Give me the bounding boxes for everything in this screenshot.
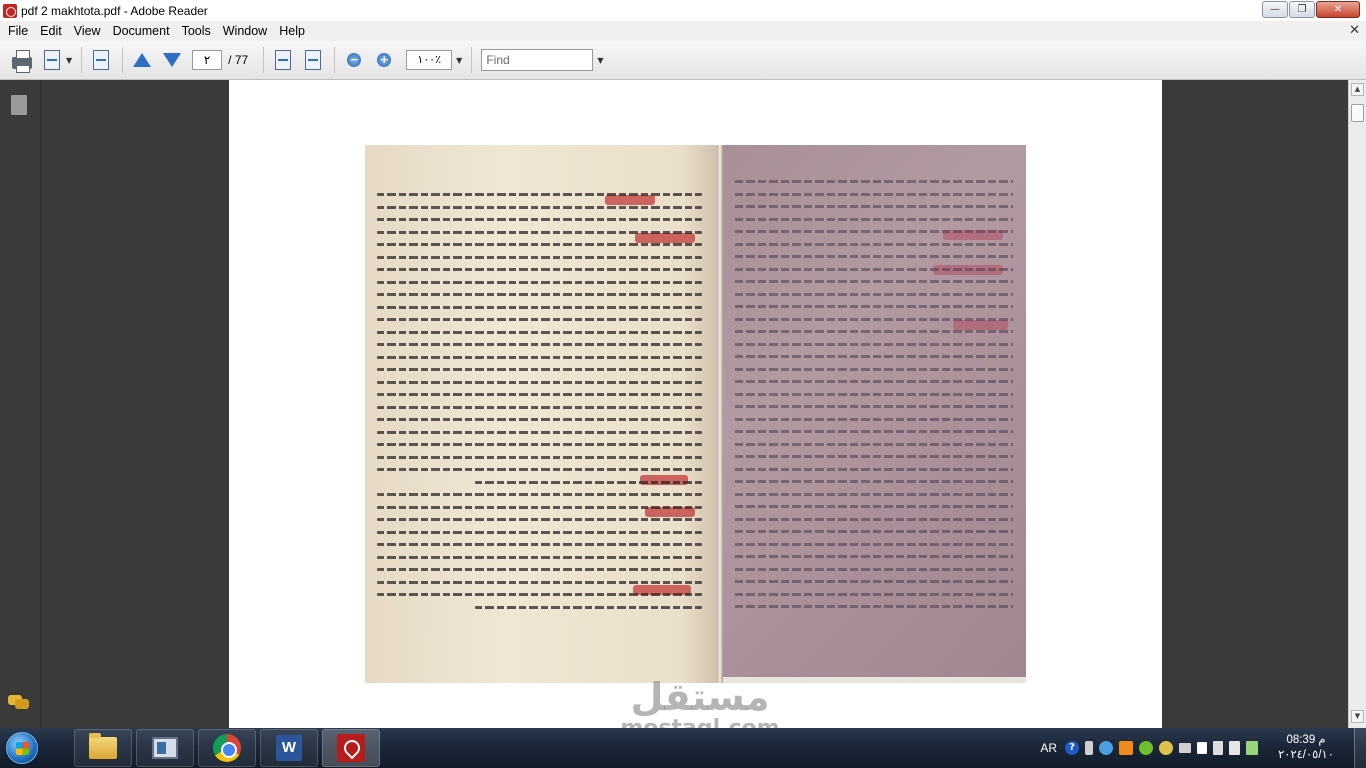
find-input[interactable]: Find [481, 49, 594, 71]
share-button[interactable] [87, 46, 115, 74]
network-icon[interactable] [1246, 741, 1258, 755]
word-icon: W [276, 735, 302, 761]
taskbar-chrome[interactable] [198, 729, 256, 767]
print-button[interactable] [8, 46, 36, 74]
comments-icon[interactable] [8, 695, 30, 709]
toolbar-separator [263, 47, 265, 73]
toolbar-separator [81, 47, 83, 73]
zoom-out-button[interactable]: − [340, 46, 368, 74]
scroll-thumb[interactable] [1351, 104, 1364, 122]
menu-tools[interactable]: Tools [176, 24, 217, 38]
zoom-level-input[interactable]: ١٠٠٪ [406, 50, 453, 70]
find-dropdown[interactable]: ▼ [597, 56, 603, 65]
page-number-input[interactable]: ٢ [192, 50, 223, 70]
language-indicator[interactable]: AR [1040, 741, 1057, 755]
tray-expand-icon[interactable] [1085, 741, 1093, 755]
window-title: pdf 2 makhtota.pdf - Adobe Reader [21, 3, 208, 18]
page-total: / 77 [228, 53, 249, 67]
sync-icon[interactable] [1139, 741, 1153, 755]
flag-icon[interactable] [1197, 742, 1207, 754]
taskbar-adobe-reader[interactable] [322, 729, 380, 767]
fit-width-icon [275, 50, 292, 70]
media-icon[interactable] [1159, 741, 1173, 755]
zoom-dropdown[interactable]: ▼ [456, 56, 462, 65]
app-tray-icon[interactable] [1119, 741, 1133, 755]
vertical-scrollbar[interactable]: ▲ ▼ [1348, 80, 1366, 728]
pages-panel-icon[interactable] [8, 95, 27, 118]
next-page-button[interactable] [158, 46, 186, 74]
pdf-page [229, 80, 1162, 728]
organize-button[interactable] [38, 46, 66, 74]
clock[interactable]: 08:39 م ٢٠٢٤/٠٥/١٠ [1264, 733, 1348, 763]
taskbar-explorer[interactable] [74, 729, 132, 767]
help-icon[interactable]: ? [1065, 741, 1079, 755]
toolbar-separator [334, 47, 336, 73]
toolbar: ▼ ٢ / 77 − + ١٠٠٪ ▼ Find ▼ [0, 41, 1366, 80]
menu-file[interactable]: File [2, 24, 34, 38]
manuscript-right-page [723, 145, 1026, 683]
zoom-in-icon: + [377, 53, 392, 67]
close-button[interactable]: ✕ [1316, 1, 1360, 18]
menu-view[interactable]: View [68, 24, 107, 38]
menu-edit[interactable]: Edit [34, 24, 68, 38]
toolbar-separator [471, 47, 473, 73]
minimize-button[interactable]: — [1262, 1, 1288, 18]
menu-document[interactable]: Document [107, 24, 176, 38]
scroll-down-button[interactable]: ▼ [1351, 710, 1364, 723]
taskbar: W AR ? 08:39 م ٢٠٢٤/٠٥/١٠ [0, 728, 1366, 768]
adobe-reader-icon [337, 734, 365, 762]
mostaql-watermark: مستقل mostaql.com [600, 677, 800, 728]
zoom-in-button[interactable]: + [370, 46, 398, 74]
clock-date: ٢٠٢٤/٠٥/١٠ [1278, 749, 1334, 761]
menu-help[interactable]: Help [273, 24, 311, 38]
fit-page-icon [305, 50, 322, 70]
title-bar: pdf 2 makhtota.pdf - Adobe Reader — ❐ ✕ [0, 0, 1366, 21]
clock-time: 08:39 م [1286, 734, 1326, 746]
manuscript-text-block [735, 180, 1013, 618]
toolbar-separator [122, 47, 124, 73]
manuscript-text-block [377, 193, 702, 618]
system-tray: AR ? 08:39 م ٢٠٢٤/٠٥/١٠ [1040, 728, 1366, 768]
taskbar-word[interactable]: W [260, 729, 318, 767]
fit-width-button[interactable] [269, 46, 297, 74]
document-close-button[interactable]: ✕ [1349, 23, 1360, 38]
taskbar-computer[interactable] [136, 729, 194, 767]
signal-icon[interactable] [1179, 743, 1191, 753]
network-app-icon[interactable] [1099, 741, 1113, 755]
printer-icon [12, 50, 32, 73]
arrow-down-icon [163, 53, 182, 67]
maximize-button[interactable]: ❐ [1289, 1, 1315, 18]
battery-icon[interactable] [1213, 741, 1223, 755]
start-button[interactable] [0, 728, 44, 768]
watermark-arabic: مستقل [630, 675, 770, 719]
share-icon [93, 50, 110, 70]
scroll-up-button[interactable]: ▲ [1351, 83, 1364, 96]
fit-page-button[interactable] [299, 46, 327, 74]
document-view[interactable]: مستقل mostaql.com [42, 80, 1348, 728]
watermark-latin: mostaql.com [600, 717, 800, 729]
manuscript-left-page [365, 145, 717, 683]
zoom-out-icon: − [347, 53, 362, 67]
windows-logo-icon [6, 732, 38, 764]
menu-window[interactable]: Window [217, 24, 273, 38]
folder-icon [89, 733, 117, 759]
menu-bar: File Edit View Document Tools Window Hel… [0, 21, 1366, 41]
adobe-reader-icon [3, 3, 17, 18]
organize-dropdown[interactable]: ▼ [66, 56, 72, 65]
manuscript-scan [365, 145, 1026, 683]
chrome-icon [213, 734, 241, 762]
window-controls: — ❐ ✕ [1262, 1, 1360, 18]
volume-icon[interactable] [1229, 741, 1240, 755]
computer-icon [152, 737, 178, 759]
navigation-pane [0, 80, 41, 728]
show-desktop-button[interactable] [1354, 728, 1366, 768]
previous-page-button[interactable] [128, 46, 156, 74]
arrow-up-icon [133, 53, 152, 67]
pages-icon [44, 50, 60, 70]
